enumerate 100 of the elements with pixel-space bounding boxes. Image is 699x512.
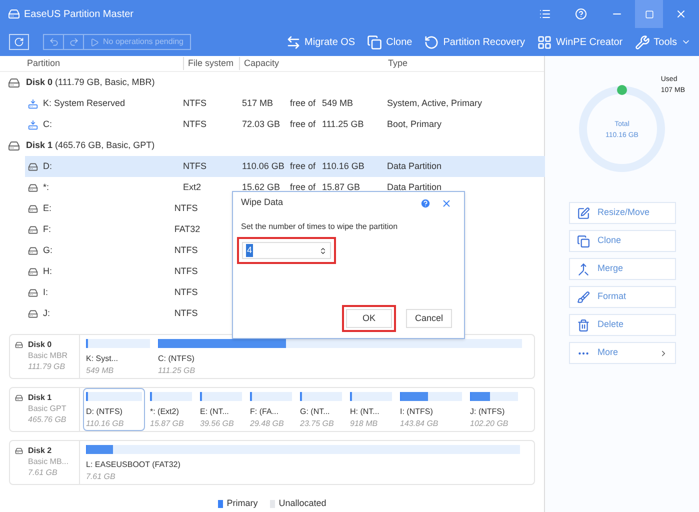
- free-space: 110.06 GB: [242, 160, 286, 173]
- partition-size: 7.61 GB: [86, 471, 116, 483]
- disk-style: Basic MB...: [27, 456, 70, 467]
- file-system: NTFS: [174, 306, 199, 320]
- partition-block[interactable]: H: (NT... 918 MB: [347, 388, 395, 431]
- partition-row[interactable]: K: System Reserved NTFS 517 MB free of 549 MB System, Active, Primary: [25, 93, 545, 114]
- partition-size: 39.56 GB: [200, 418, 235, 430]
- partition-label: H: (NT...: [350, 406, 380, 418]
- partition-name: D:: [43, 160, 52, 173]
- partition-row[interactable]: *: Ext2 15.62 GB free of 15.87 GB Data Partition: [25, 177, 545, 198]
- window-title: EaseUS Partition Master: [24, 8, 134, 22]
- partition-label: E: (NT...: [200, 406, 230, 418]
- file-system: NTFS: [174, 286, 199, 299]
- partition-row[interactable]: G: NTFS: [25, 240, 230, 261]
- partition-row[interactable]: J: NTFS: [25, 303, 230, 324]
- partition-name: G:: [43, 244, 53, 257]
- partition-size: 111.25 GB: [158, 365, 196, 377]
- file-system: NTFS: [174, 264, 199, 278]
- file-system: NTFS: [183, 96, 208, 110]
- partition-block[interactable]: I: (NTFS) 143.84 GB: [397, 388, 465, 431]
- partition-size: 143.84 GB: [400, 418, 440, 430]
- partition-name: K: System Reserved: [43, 96, 126, 110]
- partition-type: Data Partition: [387, 160, 442, 173]
- partition-name: F:: [43, 222, 51, 236]
- disk-style: Basic GPT: [27, 403, 68, 414]
- dialog-button[interactable]: OK: [346, 309, 392, 328]
- disk-size: 111.79 GB: [27, 361, 66, 372]
- partition-row[interactable]: H: NTFS: [25, 261, 230, 282]
- partition-label: K: Syst...: [86, 353, 120, 365]
- toolbar-button[interactable]: Clone: [367, 34, 412, 50]
- legend-label: Unallocated: [278, 497, 326, 510]
- file-system: NTFS: [183, 118, 208, 131]
- partition-size: 110.16 GB: [86, 418, 125, 430]
- free-of-label: free of: [290, 118, 317, 131]
- partition-row[interactable]: D: NTFS 110.06 GB free of 110.16 GB Data Partition: [25, 156, 545, 177]
- dialog-prompt: Set the number of times to wipe the partition: [241, 221, 399, 233]
- column-header[interactable]: Capacity: [239, 56, 384, 70]
- partition-block[interactable]: *: (Ext2) 15.87 GB: [147, 388, 195, 431]
- partition-block[interactable]: F: (FA... 29.48 GB: [247, 388, 295, 431]
- partition-block[interactable]: E: (NT... 39.56 GB: [197, 388, 245, 431]
- partition-block[interactable]: G: (NT... 23.75 GB: [297, 388, 345, 431]
- free-of-label: free of: [290, 160, 317, 173]
- file-system: NTFS: [174, 202, 199, 215]
- file-system: FAT32: [174, 222, 202, 236]
- partition-name: I:: [43, 286, 48, 299]
- free-of-label: free of: [290, 180, 317, 194]
- file-system: NTFS: [174, 244, 199, 257]
- partition-block[interactable]: K: Syst... 549 MB: [83, 335, 153, 378]
- partition-label: C: (NTFS): [158, 353, 196, 365]
- partition-label: J: (NTFS): [470, 406, 506, 418]
- partition-size: 15.87 GB: [150, 418, 185, 430]
- column-header[interactable]: Type: [384, 56, 534, 70]
- disk-size: 465.76 GB: [27, 414, 68, 425]
- partition-row[interactable]: I: NTFS: [25, 282, 230, 303]
- partition-block[interactable]: D: (NTFS) 110.16 GB: [83, 388, 145, 431]
- partition-type: Boot, Primary: [387, 118, 442, 131]
- partition-name: *:: [43, 180, 50, 194]
- partition-size: 549 MB: [86, 365, 115, 377]
- column-header[interactable]: File system: [183, 56, 239, 70]
- disk-name: Disk 2: [28, 445, 52, 456]
- legend-label: Primary: [226, 497, 258, 510]
- file-system: Ext2: [183, 180, 202, 194]
- toolbar-button[interactable]: Tools: [634, 34, 691, 50]
- column-header[interactable]: Partition: [0, 56, 183, 70]
- toolbar-button[interactable]: Migrate OS: [286, 34, 356, 50]
- partition-row[interactable]: C: NTFS 72.03 GB free of 111.25 GB Boot, Primary: [25, 114, 545, 135]
- partition-label: G: (NT...: [300, 406, 331, 418]
- free-space: 15.62 GB: [242, 180, 282, 194]
- disk-label: Disk 0 (111.79 GB, Basic, MBR): [26, 76, 155, 89]
- partition-label: L: EASEUSBOOT (FAT32): [86, 459, 182, 471]
- disk-size: 7.61 GB: [27, 467, 58, 478]
- partition-type: Data Partition: [387, 180, 442, 194]
- disk-label: Disk 1 (465.76 GB, Basic, GPT): [26, 138, 155, 152]
- partition-name: E:: [43, 202, 52, 215]
- free-space: 72.03 GB: [242, 118, 282, 131]
- disk-style: Basic MBR: [27, 350, 69, 361]
- partition-block[interactable]: C: (NTFS) 111.25 GB: [155, 335, 525, 378]
- partition-name: H:: [43, 264, 52, 278]
- free-of-label: free of: [290, 96, 317, 110]
- total-size: 111.25 GB: [322, 118, 365, 131]
- dialog-button[interactable]: Cancel: [406, 309, 452, 328]
- partition-size: 918 MB: [350, 418, 379, 430]
- toolbar-button[interactable]: Partition Recovery: [424, 34, 525, 50]
- partition-label: D: (NTFS): [86, 406, 124, 418]
- partition-label: I: (NTFS): [400, 406, 434, 418]
- partition-block[interactable]: J: (NTFS) 102.20 GB: [467, 388, 521, 431]
- toolbar-button[interactable]: WinPE Creator: [536, 34, 623, 50]
- disk-name: Disk 1: [28, 392, 52, 403]
- partition-size: 29.48 GB: [250, 418, 285, 430]
- partition-row[interactable]: E: NTFS: [25, 198, 230, 219]
- partition-size: 23.75 GB: [300, 418, 335, 430]
- disk-name: Disk 0: [28, 339, 52, 350]
- partition-size: 102.20 GB: [470, 418, 510, 430]
- partition-row[interactable]: F: FAT32: [25, 219, 230, 240]
- wipe-count-field[interactable]: 4: [242, 242, 331, 259]
- free-space: 517 MB: [242, 96, 274, 110]
- partition-block[interactable]: L: EASEUSBOOT (FAT32) 7.61 GB: [83, 441, 523, 484]
- dialog-title: Wipe Data: [241, 196, 284, 210]
- total-size: 549 MB: [322, 96, 354, 110]
- partition-name: C:: [43, 118, 52, 131]
